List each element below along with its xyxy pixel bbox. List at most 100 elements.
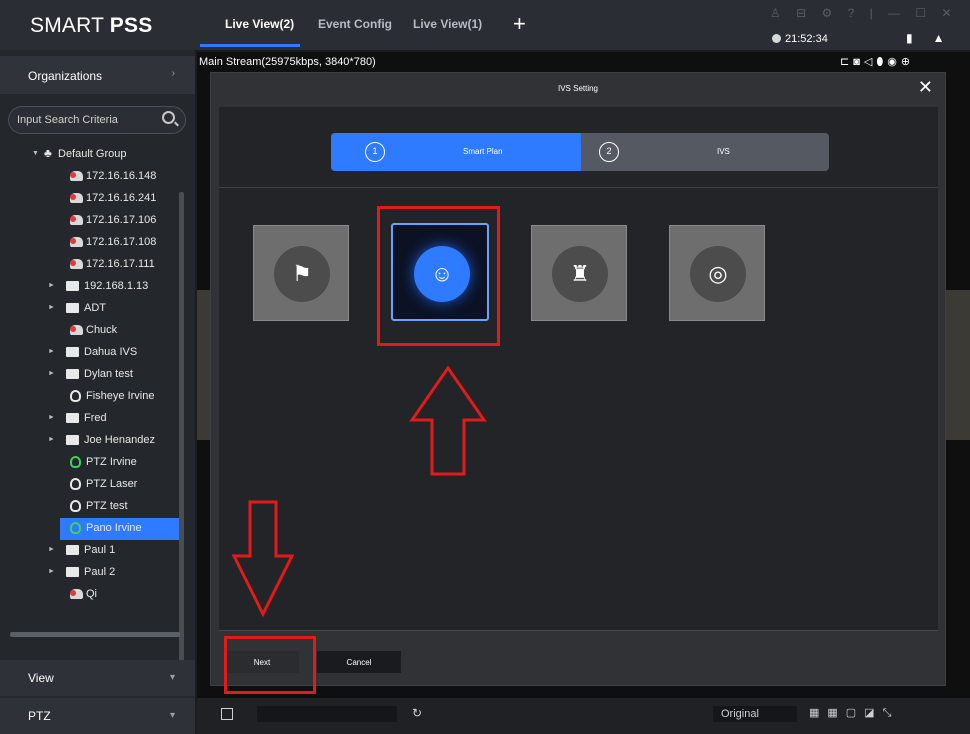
active-tab-indicator (200, 44, 300, 47)
tree-item[interactable]: ► 192.168.1.13 (0, 276, 180, 298)
ivs-setting-dialog: IVS Setting ✕ 1 Smart Plan 2 IVS ⚑ ☺ ♜ ◎… (210, 72, 946, 686)
zoom-icon[interactable]: ⊕ (901, 56, 914, 68)
tree-item[interactable]: 172.16.17.106 (0, 210, 180, 232)
clock: 21:52:34 (772, 33, 828, 45)
tab-event-config[interactable]: Event Config (318, 17, 392, 31)
tree-item[interactable]: ► Dahua IVS (0, 342, 180, 364)
nvr-icon (66, 347, 79, 357)
up-arrow-annotation (409, 365, 487, 476)
step-smart-plan[interactable]: 1 Smart Plan (331, 133, 581, 171)
search-input[interactable]: Input Search Criteria (8, 106, 186, 134)
tree-item[interactable]: 172.16.17.108 (0, 232, 180, 254)
tree-item[interactable]: Qi (0, 584, 180, 606)
tree-item[interactable]: PTZ Irvine (0, 452, 180, 474)
video-feed-edge (197, 290, 211, 440)
device-icon (66, 281, 79, 291)
split-select[interactable] (257, 706, 397, 722)
status-icons[interactable]: ▮▲ (906, 31, 965, 45)
tree-item[interactable]: PTZ test (0, 496, 180, 518)
organizations-header[interactable]: Organizations › (0, 56, 195, 94)
nvr-icon (66, 567, 79, 577)
alarm-icon[interactable]: ▮ (906, 31, 933, 45)
close-icon[interactable]: ✕ (918, 77, 933, 98)
mic-icon[interactable]: ⬮ (876, 56, 887, 68)
audio-icon[interactable]: ◁ (864, 56, 876, 68)
tree-item[interactable]: Chuck (0, 320, 180, 342)
chevron-right-icon: › (171, 68, 175, 79)
tree-item[interactable]: ► Fred (0, 408, 180, 430)
tree-scrollbar-horizontal[interactable] (10, 632, 180, 637)
smart-plan-option[interactable]: ⚑ (253, 225, 349, 321)
heat-map-icon: ◎ (690, 246, 746, 302)
tree-item[interactable]: PTZ Laser (0, 474, 180, 496)
tree-item[interactable]: Fisheye Irvine (0, 386, 180, 408)
tree-item[interactable]: ► ADT (0, 298, 180, 320)
step-number: 1 (365, 142, 385, 162)
camera-icon (70, 237, 83, 247)
tree-scrollbar-vertical[interactable] (179, 192, 184, 662)
tree-item[interactable]: ► Dylan test (0, 364, 180, 386)
tree-item[interactable]: 172.16.16.148 (0, 166, 180, 188)
chevron-down-icon: ▾ (169, 710, 175, 721)
cancel-button[interactable]: Cancel (317, 651, 401, 673)
fullscreen-icon[interactable] (221, 708, 233, 720)
ptz-camera-icon (70, 456, 81, 468)
app-logo: SMART PSS (30, 14, 153, 37)
tab-live-view-1[interactable]: Live View(1) (413, 17, 482, 31)
tree-item[interactable]: ► Joe Henandez (0, 430, 180, 452)
refresh-icon[interactable]: ↻ (412, 706, 422, 720)
bell-icon[interactable]: ▲ (933, 31, 965, 45)
step-label[interactable]: IVS (717, 147, 730, 156)
ptz-panel-header[interactable]: PTZ ▾ (0, 698, 195, 734)
smart-plan-option[interactable]: ♜ (531, 225, 627, 321)
tree-item-selected[interactable]: Pano Irvine (60, 518, 180, 540)
title-bar: SMART PSS Live View(2) Event Config Live… (0, 0, 970, 50)
expand-right-icon[interactable]: ► (48, 370, 55, 377)
stream-info: Main Stream(25975kbps, 3840*780) (199, 56, 376, 68)
ptz-camera-icon (70, 522, 81, 534)
dialog-title: IVS Setting (557, 84, 599, 93)
highlight-box-next (224, 636, 316, 694)
left-sidebar: Organizations › Input Search Criteria ▼ … (0, 50, 195, 734)
play-icon[interactable]: ◉ (887, 56, 901, 68)
camera-icon (70, 215, 83, 225)
expand-right-icon[interactable]: ► (48, 568, 55, 575)
down-arrow-annotation (231, 500, 295, 618)
video-feed-edge (944, 290, 970, 440)
tree-item[interactable]: ► Paul 1 (0, 540, 180, 562)
snapshot-icon[interactable]: ◙ (853, 56, 864, 68)
expand-right-icon[interactable]: ► (48, 304, 55, 311)
expand-right-icon[interactable]: ► (48, 348, 55, 355)
add-tab-icon[interactable]: + (513, 11, 526, 37)
people-counting-icon: ♜ (552, 246, 608, 302)
expand-right-icon[interactable]: ► (48, 436, 55, 443)
ptz-camera-icon (70, 478, 81, 490)
layout-icons[interactable]: ▦▦▢◪⤡ (809, 706, 899, 720)
nvr-icon (66, 545, 79, 555)
live-bottom-bar: ↻ Original ▦▦▢◪⤡ (197, 698, 970, 734)
step-number[interactable]: 2 (599, 142, 619, 162)
expand-right-icon[interactable]: ► (48, 282, 55, 289)
view-panel-header[interactable]: View ▾ (0, 660, 195, 696)
scale-select[interactable]: Original (713, 706, 797, 722)
nvr-icon (66, 369, 79, 379)
tab-live-view-2[interactable]: Live View(2) (225, 17, 294, 31)
window-controls[interactable]: ♙ ⊟ ⚙ ? | — ☐ ✕ (770, 6, 958, 20)
expand-right-icon[interactable]: ► (48, 546, 55, 553)
smart-plan-option[interactable]: ◎ (669, 225, 765, 321)
record-icon[interactable]: ⊏ (840, 56, 853, 68)
camera-icon (70, 325, 83, 335)
tree-item[interactable]: ► Paul 2 (0, 562, 180, 584)
device-tree: ▼ ♣ Default Group 172.16.16.148 172.16.1… (0, 144, 180, 644)
tree-item-default-group[interactable]: ▼ ♣ Default Group (0, 144, 180, 166)
dialog-body: 1 Smart Plan 2 IVS ⚑ ☺ ♜ ◎ (219, 107, 938, 631)
tree-item[interactable]: 172.16.16.241 (0, 188, 180, 210)
tree-item[interactable]: 172.16.17.111 (0, 254, 180, 276)
people-walking-icon: ⚑ (274, 246, 330, 302)
expand-right-icon[interactable]: ► (48, 414, 55, 421)
expand-down-icon[interactable]: ▼ (32, 150, 39, 157)
camera-icon (70, 193, 83, 203)
fisheye-icon (70, 390, 81, 402)
video-toolbar[interactable]: ⊏◙◁⬮◉⊕ (840, 55, 914, 69)
search-icon[interactable] (162, 111, 175, 124)
